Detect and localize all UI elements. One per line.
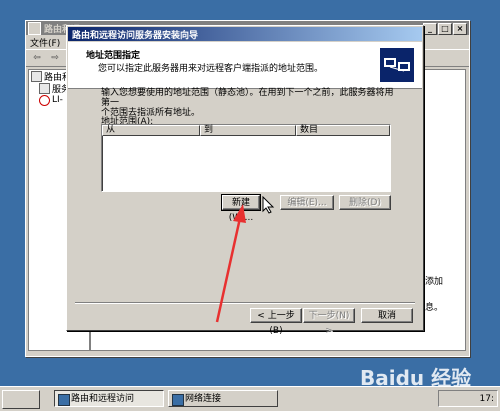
intro-line: 输入您想要使用的地址范围（静态池）。在用到下一个之前，此服务器将用第一 [101, 88, 394, 108]
tree-item-label: LI- [52, 95, 63, 105]
column-count[interactable]: 数目 [296, 125, 390, 136]
details-text: 添加 [424, 277, 443, 287]
task-label: 网络连接 [185, 394, 222, 404]
taskbar: 路由和远程访问 网络连接 17: [0, 386, 500, 411]
clock[interactable]: 17: [480, 394, 494, 404]
start-button[interactable] [2, 390, 40, 409]
server-icon [31, 70, 42, 82]
cancel-button[interactable]: 取消 [361, 308, 413, 323]
routing-app-icon [58, 394, 70, 406]
system-tray: 17: [438, 390, 498, 407]
minimize-button[interactable]: _ [423, 23, 437, 35]
address-range-list[interactable]: 从 到 数目 [101, 124, 391, 192]
stopped-status-icon [39, 94, 50, 106]
forward-arrow-icon[interactable]: ⇨ [48, 52, 62, 64]
server-icon [39, 82, 50, 94]
network-wizard-icon [380, 48, 414, 82]
back-button[interactable]: < 上一步(B) [250, 308, 302, 336]
next-button[interactable]: 下一步(N) > [303, 308, 355, 336]
page-title: 地址范围指定 [86, 51, 141, 61]
back-arrow-icon[interactable]: ⇦ [30, 52, 44, 64]
nav-separator [75, 302, 415, 304]
wizard-header: 地址范围指定 您可以指定此服务器用来对远程客户端指派的地址范围。 [68, 42, 422, 89]
list-header: 从 到 数目 [102, 125, 390, 136]
details-text: 息。 [424, 303, 443, 313]
page-subtitle: 您可以指定此服务器用来对远程客户端指派的地址范围。 [98, 64, 324, 74]
delete-range-button[interactable]: 删除(D) [339, 195, 391, 210]
task-network[interactable]: 网络连接 [168, 390, 278, 407]
maximize-button[interactable]: □ [438, 23, 452, 35]
setup-wizard-dialog: 路由和远程访问服务器安装向导 地址范围指定 您可以指定此服务器用来对远程客户端指… [66, 25, 424, 336]
wizard-title: 路由和远程访问服务器安装向导 [72, 30, 199, 41]
task-routing[interactable]: 路由和远程访问 [54, 390, 164, 407]
menu-file[interactable]: 文件(F) [30, 36, 60, 49]
column-to[interactable]: 到 [200, 125, 296, 136]
wizard-title-bar[interactable]: 路由和远程访问服务器安装向导 [68, 27, 422, 41]
mmc-app-icon [28, 21, 41, 35]
column-from[interactable]: 从 [102, 125, 200, 136]
network-connections-icon [172, 394, 184, 406]
edit-range-button[interactable]: 编辑(E)... [280, 195, 334, 210]
new-range-button[interactable]: 新建(W)... [221, 194, 261, 223]
mouse-cursor-icon [262, 196, 275, 214]
close-button[interactable]: × [453, 23, 467, 35]
task-label: 路由和远程访问 [71, 394, 135, 404]
